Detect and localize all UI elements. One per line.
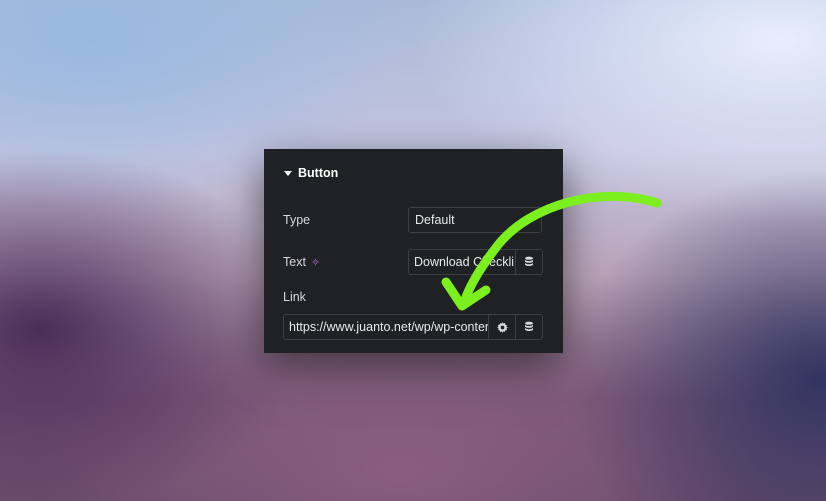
section-title: Button	[298, 166, 339, 180]
link-label-text: Link	[283, 290, 306, 304]
chevron-down-icon	[526, 217, 534, 222]
link-input-value: https://www.juanto.net/wp/wp-conten	[289, 320, 488, 334]
button-settings-panel: Button Type Default Text ✧ Download Chec…	[264, 149, 563, 353]
text-input-value: Download Checkli	[414, 255, 515, 269]
database-icon	[525, 256, 533, 266]
text-dynamic-tags-button[interactable]	[515, 249, 543, 275]
type-select-value: Default	[415, 213, 455, 227]
link-label: Link	[283, 290, 306, 304]
text-input[interactable]: Download Checkli	[408, 249, 515, 275]
link-options-button[interactable]	[488, 314, 516, 340]
text-label: Text ✧	[283, 255, 320, 269]
caret-down-icon	[284, 170, 292, 176]
database-icon	[525, 321, 533, 331]
text-label-text: Text	[283, 255, 306, 269]
sparkle-icon[interactable]: ✧	[311, 256, 320, 269]
type-label-text: Type	[283, 213, 311, 227]
gear-icon	[496, 321, 508, 333]
type-label: Type	[283, 213, 310, 227]
type-select[interactable]: Default	[408, 207, 542, 233]
link-dynamic-tags-button[interactable]	[515, 314, 543, 340]
link-input[interactable]: https://www.juanto.net/wp/wp-conten	[283, 314, 488, 340]
section-toggle-button[interactable]: Button	[284, 166, 338, 180]
